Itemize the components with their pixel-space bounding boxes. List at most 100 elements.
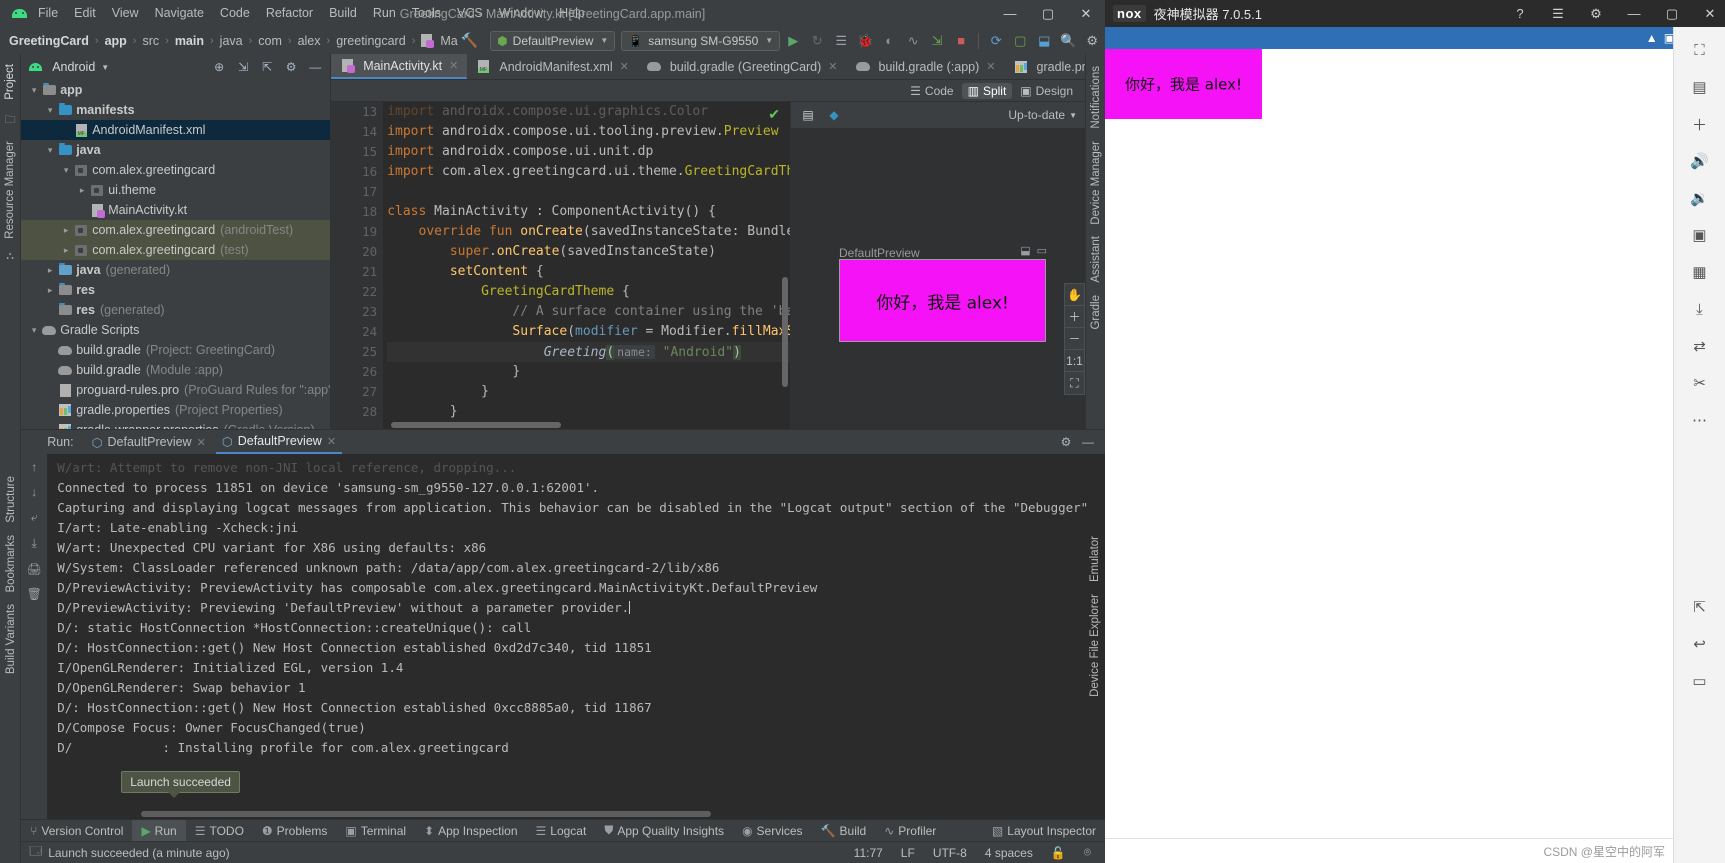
- run-configuration-selector[interactable]: ⬢ DefaultPreview ▼: [490, 30, 616, 51]
- apk-install-icon[interactable]: ⤓: [1682, 292, 1718, 326]
- code-line[interactable]: import androidx.compose.ui.unit.dp: [387, 142, 790, 162]
- run-icon[interactable]: ▶: [782, 30, 804, 52]
- debug-icon[interactable]: 🐞: [854, 30, 876, 52]
- search-icon[interactable]: 🔍: [1057, 30, 1079, 52]
- sidebar-item-device-file-explorer[interactable]: Device File Explorer: [1089, 594, 1101, 697]
- chevron-right-icon[interactable]: ▸: [75, 185, 89, 196]
- close-icon[interactable]: ✕: [986, 60, 995, 73]
- sync-gradle-icon[interactable]: ⟳: [985, 30, 1007, 52]
- profile-icon[interactable]: ∿: [902, 30, 924, 52]
- code-line[interactable]: import androidx.compose.ui.graphics.Colo…: [387, 102, 790, 122]
- share-icon[interactable]: ⇱: [1682, 590, 1718, 624]
- preview-render-surface[interactable]: 你好，我是 alex!: [839, 259, 1046, 342]
- chevron-right-icon[interactable]: ▸: [43, 285, 57, 296]
- back-icon[interactable]: ↩: [1682, 627, 1718, 661]
- breadcrumb-item-greetingcard[interactable]: greetingcard: [333, 34, 409, 48]
- tool-window-build[interactable]: 🔨 Build: [812, 820, 876, 842]
- menu-item-build[interactable]: Build: [321, 0, 365, 27]
- code-line[interactable]: Surface(modifier = Modifier.fillMaxSize(…: [387, 322, 790, 342]
- tree-item-mainactivity-kt[interactable]: MainActivity.kt: [21, 200, 330, 220]
- console-log[interactable]: W/art: Attempt to remove non-JNI local r…: [47, 454, 1105, 819]
- code-line[interactable]: import com.alex.greetingcard.ui.theme.Gr…: [387, 162, 790, 182]
- tree-item-com-alex-greetingcard[interactable]: ▸ com.alex.greetingcard (test): [21, 240, 331, 260]
- tree-item-proguard-rules-pro[interactable]: proguard-rules.pro (ProGuard Rules for ":…: [21, 380, 330, 400]
- view-mode-code[interactable]: ☰ Code: [904, 83, 959, 99]
- minimize-icon[interactable]: —: [1619, 0, 1649, 27]
- code-line[interactable]: Greeting(name: "Android"): [387, 342, 790, 362]
- hide-icon[interactable]: —: [306, 58, 324, 76]
- code-line[interactable]: }: [387, 382, 790, 402]
- code-editor[interactable]: 13 14 15 16 17 18 19 20 21 22 23 24 25 26 27 28 import …: [331, 102, 790, 429]
- event-log-icon[interactable]: 🗔: [29, 842, 42, 863]
- chevron-down-icon[interactable]: ▾: [43, 105, 57, 116]
- tree-item-java[interactable]: ▾ java: [21, 140, 330, 160]
- tree-item-build-gradle[interactable]: build.gradle (Module :app): [21, 360, 330, 380]
- menu-item-navigate[interactable]: Navigate: [147, 0, 212, 27]
- keyboard-icon[interactable]: ▤: [1682, 70, 1718, 104]
- run-tab-defaultpreview-1[interactable]: ⬡ DefaultPreview ✕: [86, 430, 212, 454]
- tree-item-res[interactable]: res (generated): [21, 300, 330, 320]
- code-line[interactable]: class MainActivity : ComponentActivity()…: [387, 202, 790, 222]
- editor-tab-androidmanifest-xml[interactable]: AndroidManifest.xml ✕: [467, 54, 637, 79]
- breadcrumb-item-com[interactable]: com: [255, 34, 285, 48]
- menu-item-refactor[interactable]: Refactor: [258, 0, 321, 27]
- build-hammer-icon[interactable]: 🔨: [461, 30, 478, 52]
- settings-icon[interactable]: ⚙: [1581, 0, 1611, 27]
- maximize-icon[interactable]: ▢: [1657, 0, 1687, 27]
- sdk-manager-icon[interactable]: ⬓: [1033, 30, 1055, 52]
- tree-item-com-alex-greetingcard[interactable]: ▸ com.alex.greetingcard (androidTest): [21, 220, 331, 240]
- line-separator[interactable]: LF: [895, 846, 921, 860]
- breadcrumb-item-java[interactable]: java: [217, 34, 246, 48]
- console-horizontal-scrollbar[interactable]: [141, 811, 712, 817]
- chevron-down-icon[interactable]: ▾: [27, 85, 41, 96]
- zoom-out-icon[interactable]: －: [1065, 328, 1084, 350]
- volume-up-icon[interactable]: 🔊: [1682, 144, 1718, 178]
- code-line[interactable]: [387, 182, 790, 202]
- file-encoding[interactable]: UTF-8: [927, 846, 973, 860]
- chevron-down-icon[interactable]: ▼: [101, 63, 109, 72]
- maximize-button[interactable]: ▢: [1029, 0, 1067, 27]
- locate-icon[interactable]: ⊕: [210, 58, 228, 76]
- chevron-down-icon[interactable]: ▾: [43, 145, 57, 156]
- edit-config-icon[interactable]: ☰: [830, 30, 852, 52]
- close-icon[interactable]: ✕: [449, 59, 458, 72]
- close-icon[interactable]: ✕: [828, 60, 837, 73]
- print-icon[interactable]: 🖨: [27, 562, 42, 576]
- chevron-right-icon[interactable]: ▸: [59, 225, 73, 236]
- close-button[interactable]: ✕: [1067, 0, 1105, 27]
- scissors-icon[interactable]: ✂: [1682, 366, 1718, 400]
- sidebar-item-resource-manager[interactable]: Resource Manager: [4, 141, 16, 239]
- chevron-down-icon[interactable]: ▼: [1069, 111, 1077, 120]
- menu-item-run[interactable]: Run: [365, 0, 404, 27]
- sidebar-item-device-manager[interactable]: Device Manager: [1090, 141, 1102, 225]
- more-icon[interactable]: ⋯: [1682, 403, 1718, 437]
- sidebar-item-gradle[interactable]: Gradle: [1090, 295, 1102, 330]
- clear-all-icon[interactable]: 🗑: [27, 587, 42, 601]
- tool-window-layout-inspector[interactable]: ▧ Layout Inspector: [983, 820, 1105, 842]
- chevron-down-icon[interactable]: ▾: [59, 165, 73, 176]
- breadcrumb-item-src[interactable]: src: [139, 34, 162, 48]
- chevron-right-icon[interactable]: ▸: [59, 245, 73, 256]
- code-line[interactable]: GreetingCardTheme {: [387, 282, 790, 302]
- tree-item-gradle-wrapper-properties[interactable]: gradle-wrapper.properties(Gradle Version…: [21, 420, 330, 429]
- sidebar-item-project[interactable]: Project: [4, 64, 16, 100]
- sidebar-item-build-variants[interactable]: Build Variants: [5, 604, 17, 674]
- run-tab-defaultpreview-2[interactable]: ⬡ DefaultPreview ✕: [215, 430, 343, 454]
- menu-item-code[interactable]: Code: [212, 0, 258, 27]
- add-icon[interactable]: ＋: [1682, 107, 1718, 141]
- settings-icon[interactable]: ⚙: [1081, 30, 1103, 52]
- editor-tab-mainactivity-kt[interactable]: MainActivity.kt ✕: [331, 54, 468, 79]
- tree-item-com-alex-greetingcard[interactable]: ▾ com.alex.greetingcard: [21, 160, 330, 180]
- layout-view-icon[interactable]: ▤: [799, 106, 817, 124]
- project-tree[interactable]: ▾app▾manifestsAndroidManifest.xml▾java▾c…: [21, 80, 331, 429]
- view-mode-split[interactable]: ▥ Split: [961, 82, 1013, 99]
- scroll-up-icon[interactable]: ↑: [31, 460, 37, 474]
- sidebar-item-structure[interactable]: Structure: [5, 476, 17, 523]
- breadcrumb-item-alex[interactable]: alex: [295, 34, 324, 48]
- menu-item-file[interactable]: File: [30, 0, 66, 27]
- indent-setting[interactable]: 4 spaces: [979, 846, 1039, 860]
- minimize-icon[interactable]: —: [1079, 433, 1097, 451]
- chevron-right-icon[interactable]: ▸: [43, 265, 57, 276]
- home-icon[interactable]: ▭: [1682, 664, 1718, 698]
- code-line[interactable]: }: [387, 402, 790, 422]
